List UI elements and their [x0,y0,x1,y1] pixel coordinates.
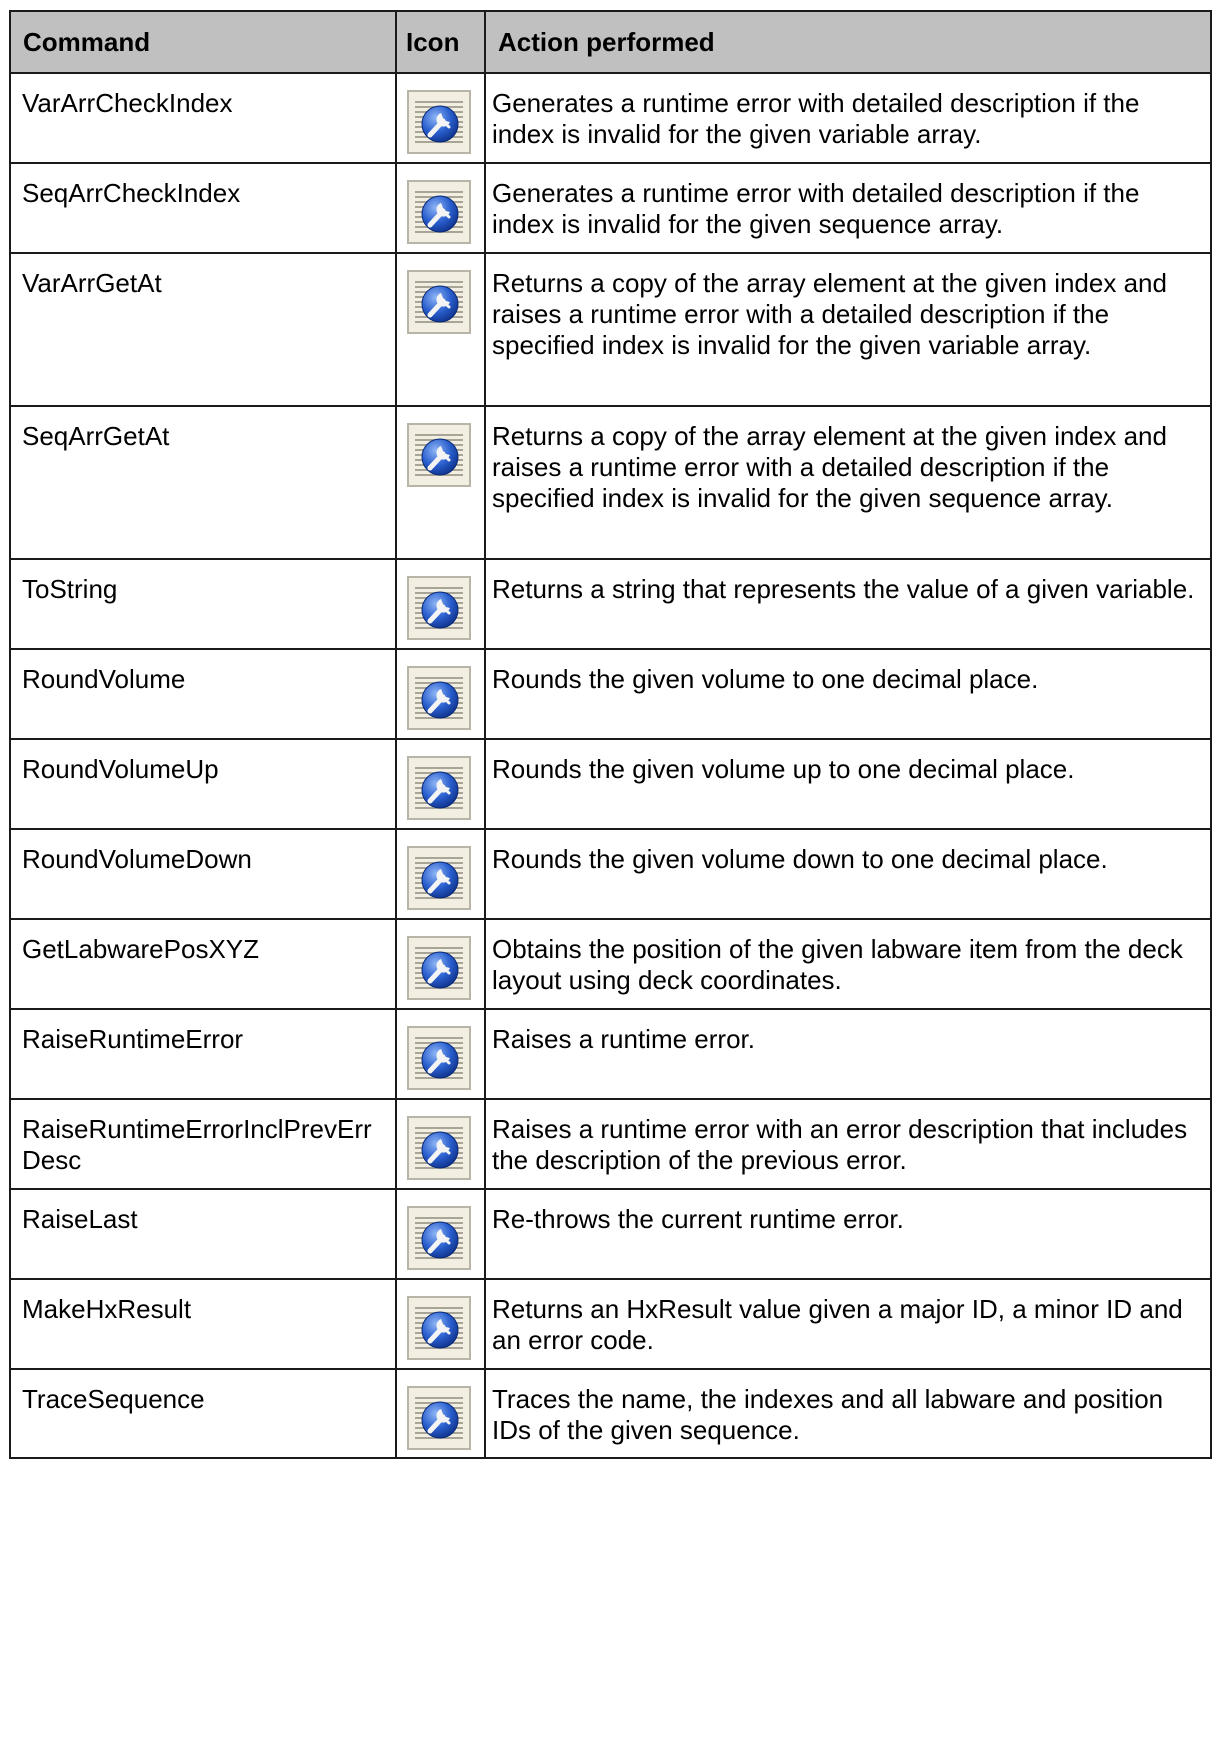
icon-cell [395,828,486,920]
command-cell: RaiseRuntimeErrorInclPrevErrDesc [9,1098,397,1190]
command-cell: VarArrGetAt [9,252,397,407]
header-icon: Icon [395,10,486,74]
action-cell: Returns an HxResult value given a major … [484,1278,1212,1370]
wrench-globe-icon [407,576,471,640]
command-table: Command Icon Action performed VarArrChec… [9,10,1212,1459]
wrench-globe-icon [407,846,471,910]
command-cell: RaiseLast [9,1188,397,1280]
action-cell: Rounds the given volume down to one deci… [484,828,1212,920]
table-row: TraceSequence Traces the name, the indexe… [9,1368,1212,1459]
action-cell: Rounds the given volume to one decimal p… [484,648,1212,740]
icon-cell [395,1098,486,1190]
wrench-globe-icon [407,1116,471,1180]
icon-cell [395,738,486,830]
action-cell: Generates a runtime error with detailed … [484,162,1212,254]
icon-cell [395,558,486,650]
icon-cell [395,1008,486,1100]
command-cell: VarArrCheckIndex [9,72,397,164]
wrench-globe-icon [407,270,471,334]
action-cell: Traces the name, the indexes and all lab… [484,1368,1212,1459]
action-cell: Raises a runtime error with an error des… [484,1098,1212,1190]
table-row: GetLabwarePosXYZ Obtains the position of … [9,918,1212,1010]
action-cell: Re-throws the current runtime error. [484,1188,1212,1280]
action-cell: Returns a copy of the array element at t… [484,252,1212,407]
command-cell: RoundVolumeUp [9,738,397,830]
action-cell: Returns a string that represents the val… [484,558,1212,650]
action-cell: Generates a runtime error with detailed … [484,72,1212,164]
wrench-globe-icon [407,1206,471,1270]
wrench-globe-icon [407,180,471,244]
header-command: Command [9,10,397,74]
table-row: RaiseRuntimeErrorInclPrevErrDesc Raises a… [9,1098,1212,1190]
icon-cell [395,1278,486,1370]
table-row: VarArrCheckIndex Generates a runtime erro… [9,72,1212,164]
icon-cell [395,72,486,164]
icon-cell [395,1368,486,1459]
command-cell: SeqArrGetAt [9,405,397,560]
command-cell: SeqArrCheckIndex [9,162,397,254]
command-cell: TraceSequence [9,1368,397,1459]
table-row: RoundVolumeDown Rounds the given volume d… [9,828,1212,920]
icon-cell [395,1188,486,1280]
table-row: ToString Returns a string that represents… [9,558,1212,650]
command-cell: MakeHxResult [9,1278,397,1370]
command-cell: GetLabwarePosXYZ [9,918,397,1010]
table-body: VarArrCheckIndex Generates a runtime erro… [9,72,1212,1459]
action-cell: Rounds the given volume up to one decima… [484,738,1212,830]
wrench-globe-icon [407,666,471,730]
table-header-row: Command Icon Action performed [9,10,1212,74]
table-row: SeqArrGetAt Returns a copy of the array e… [9,405,1212,560]
command-cell: RoundVolumeDown [9,828,397,920]
icon-cell [395,162,486,254]
table-row: RaiseLast Re-throws the current runtime e… [9,1188,1212,1280]
command-cell: RaiseRuntimeError [9,1008,397,1100]
wrench-globe-icon [407,90,471,154]
command-cell: ToString [9,558,397,650]
table-row: RaiseRuntimeError Raises a runtime error. [9,1008,1212,1100]
action-cell: Raises a runtime error. [484,1008,1212,1100]
header-action: Action performed [484,10,1212,74]
action-cell: Obtains the position of the given labwar… [484,918,1212,1010]
table-row: MakeHxResult Returns an HxResult value gi… [9,1278,1212,1370]
wrench-globe-icon [407,936,471,1000]
command-cell: RoundVolume [9,648,397,740]
table-row: RoundVolumeUp Rounds the given volume up … [9,738,1212,830]
wrench-globe-icon [407,1386,471,1450]
icon-cell [395,918,486,1010]
wrench-globe-icon [407,756,471,820]
wrench-globe-icon [407,423,471,487]
table-row: VarArrGetAt Returns a copy of the array e… [9,252,1212,407]
table-row: RoundVolume Rounds the given volume to on… [9,648,1212,740]
wrench-globe-icon [407,1026,471,1090]
action-cell: Returns a copy of the array element at t… [484,405,1212,560]
wrench-globe-icon [407,1296,471,1360]
icon-cell [395,252,486,407]
table-row: SeqArrCheckIndex Generates a runtime erro… [9,162,1212,254]
icon-cell [395,648,486,740]
icon-cell [395,405,486,560]
